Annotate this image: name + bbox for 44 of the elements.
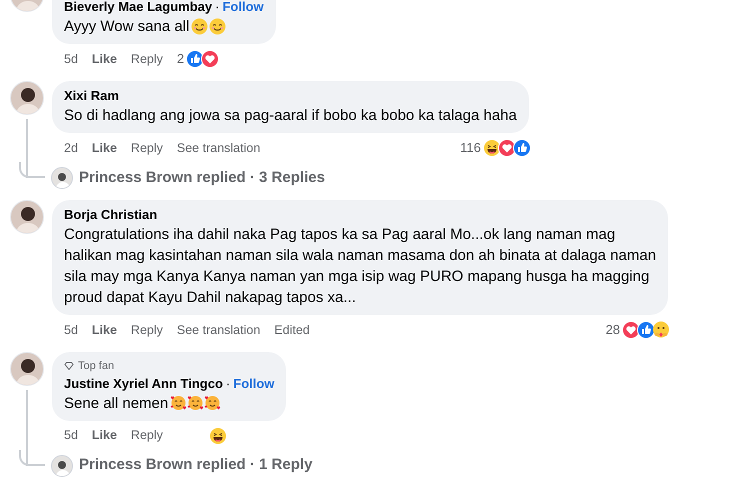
timestamp: 5d — [64, 322, 78, 339]
reactions-summary[interactable]: 2 — [176, 49, 220, 69]
reactions-summary[interactable]: 116 — [460, 138, 531, 158]
reaction-count: 2 — [176, 50, 184, 68]
comment-text: So di hadlang ang jowa sa pag-aaral if bobo ka bobo ka talaga haha — [64, 106, 517, 126]
reply-avatar[interactable] — [51, 454, 73, 476]
diamond-icon — [64, 362, 74, 370]
like-link[interactable]: Like — [92, 138, 117, 158]
commenter-name[interactable]: Justine Xyriel Ann Tingco — [64, 374, 223, 392]
like-link[interactable]: Like — [92, 320, 117, 340]
thread-connector — [19, 162, 45, 178]
comment-text: Congratulations iha dahil naka Pag tapos ka sa Pag aaral Mo...ok lang naman mag halikan mag kasintahan naman sila wala naman masama don ah binata at dalaga naman sila may mga Kanya Kanya naman yan mga isip wag PURO mapang husga ha magging proud dapat Kayu Dahil nakapag tapos xa... — [64, 225, 656, 308]
view-replies-link[interactable]: Princess Brown replied · 1 Reply — [79, 454, 312, 477]
commenter-name[interactable]: Xixi Ram — [64, 87, 119, 105]
action-link[interactable]: See translation — [176, 320, 260, 340]
timestamp: 2d — [64, 140, 78, 157]
follow-link[interactable]: Follow — [233, 374, 274, 392]
like-link[interactable]: Like — [92, 426, 117, 445]
separator-dot: · — [224, 374, 232, 392]
commenter-name[interactable]: Bieverly Mae Lagumbay — [64, 0, 212, 16]
avatar[interactable] — [10, 352, 44, 386]
timestamp: 5d — [64, 427, 78, 444]
reaction-count: 116 — [460, 139, 481, 158]
action-link[interactable]: Reply — [130, 320, 163, 340]
action-link[interactable]: Reply — [130, 138, 163, 158]
view-replies-link[interactable]: Princess Brown replied · 3 Replies — [79, 166, 325, 190]
like-link[interactable]: Like — [92, 50, 117, 68]
reply-avatar[interactable] — [51, 167, 73, 189]
action-link[interactable]: Reply — [130, 50, 163, 68]
separator-dot: · — [214, 0, 220, 16]
action-link[interactable]: See translation — [176, 138, 260, 158]
follow-link[interactable]: Follow — [222, 0, 264, 16]
thread-line — [26, 119, 28, 178]
comment-text: Ayyy Wow sana all — [64, 17, 190, 37]
thread-connector — [19, 450, 45, 466]
reactions-summary[interactable]: 28 — [606, 320, 670, 340]
comment-text: Sene all nemen — [64, 394, 168, 414]
commenter-name[interactable]: Borja Christian — [64, 206, 158, 224]
avatar[interactable] — [10, 200, 44, 234]
action-link[interactable]: Reply — [130, 426, 163, 445]
reaction-count: 28 — [606, 321, 620, 340]
avatar[interactable] — [10, 81, 44, 115]
top-fan-label: Top fan — [78, 359, 114, 374]
timestamp: 5d — [64, 50, 78, 68]
